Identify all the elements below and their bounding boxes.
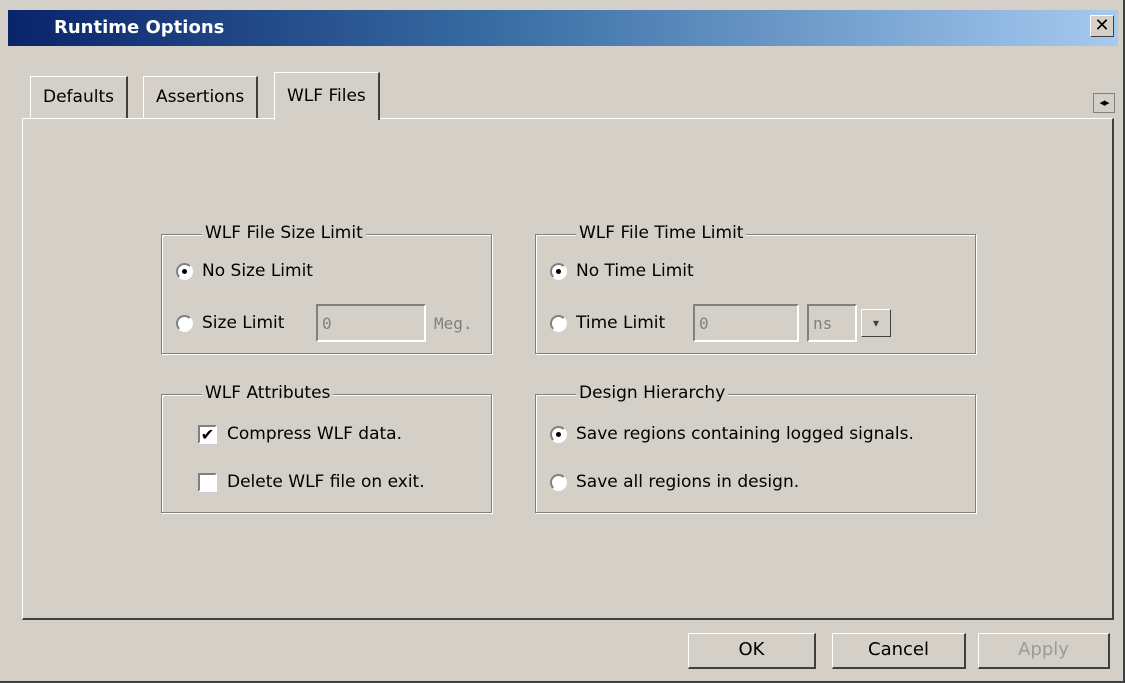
tab-defaults[interactable]: Defaults <box>30 76 128 118</box>
save-logged-regions-radio[interactable] <box>550 425 567 443</box>
time-limit-legend: WLF File Time Limit <box>576 223 747 243</box>
time-unit-select[interactable]: ns <box>807 304 857 342</box>
tab-assertions[interactable]: Assertions <box>143 76 259 118</box>
tab-panel-wlf-files: WLF File Size Limit No Size Limit Size L… <box>22 118 1114 620</box>
compress-checkbox[interactable]: ✔ <box>198 424 217 444</box>
close-button[interactable]: ✕ <box>1090 15 1114 37</box>
delete-on-exit-checkbox[interactable] <box>198 472 217 492</box>
save-all-regions-radio[interactable] <box>550 473 567 491</box>
size-limit-group: WLF File Size Limit No Size Limit Size L… <box>161 223 492 354</box>
size-limit-label: Size Limit <box>202 313 285 333</box>
window-title: Runtime Options <box>54 17 225 38</box>
save-all-regions-option[interactable]: Save all regions in design. <box>550 472 799 492</box>
tab-scroll-arrows[interactable]: ◂▸ <box>1093 93 1115 113</box>
no-size-limit-label: No Size Limit <box>202 261 313 281</box>
tab-wlf-files[interactable]: WLF Files <box>274 72 380 120</box>
no-time-limit-option[interactable]: No Time Limit <box>550 261 694 281</box>
compress-option[interactable]: ✔ Compress WLF data. <box>198 424 402 444</box>
chevron-down-icon[interactable]: ▾ <box>861 309 891 337</box>
size-limit-option[interactable]: Size Limit <box>176 313 284 333</box>
delete-on-exit-label: Delete WLF file on exit. <box>227 472 425 492</box>
wlf-attributes-legend: WLF Attributes <box>202 383 334 403</box>
wlf-attributes-group: WLF Attributes ✔ Compress WLF data. Dele… <box>161 383 492 513</box>
save-all-regions-label: Save all regions in design. <box>576 472 800 492</box>
size-limit-legend: WLF File Size Limit <box>202 223 366 243</box>
size-limit-unit: Meg. <box>434 314 473 333</box>
design-hierarchy-group: Design Hierarchy Save regions containing… <box>535 383 976 513</box>
no-size-limit-option[interactable]: No Size Limit <box>176 261 313 281</box>
apply-button[interactable]: Apply <box>978 633 1110 669</box>
cancel-button[interactable]: Cancel <box>832 633 966 669</box>
time-limit-label: Time Limit <box>576 313 666 333</box>
time-limit-radio[interactable] <box>550 314 567 332</box>
compress-label: Compress WLF data. <box>227 424 402 444</box>
save-logged-regions-option[interactable]: Save regions containing logged signals. <box>550 424 914 444</box>
scroll-right-icon[interactable]: ▸ <box>1104 96 1109 109</box>
time-limit-group: WLF File Time Limit No Time Limit Time L… <box>535 223 976 354</box>
size-limit-input[interactable]: 0 <box>316 304 426 342</box>
no-time-limit-radio[interactable] <box>550 262 567 280</box>
runtime-options-dialog: Runtime Options ✕ Defaults Assertions WL… <box>0 0 1125 683</box>
ok-button[interactable]: OK <box>688 633 816 669</box>
design-hierarchy-legend: Design Hierarchy <box>576 383 729 403</box>
save-logged-regions-label: Save regions containing logged signals. <box>576 424 914 444</box>
time-limit-option[interactable]: Time Limit <box>550 313 665 333</box>
time-limit-input[interactable]: 0 <box>693 304 799 342</box>
size-limit-radio[interactable] <box>176 314 193 332</box>
no-time-limit-label: No Time Limit <box>576 261 694 281</box>
delete-on-exit-option[interactable]: Delete WLF file on exit. <box>198 472 425 492</box>
title-bar[interactable]: Runtime Options ✕ <box>8 10 1118 46</box>
no-size-limit-radio[interactable] <box>176 262 193 280</box>
